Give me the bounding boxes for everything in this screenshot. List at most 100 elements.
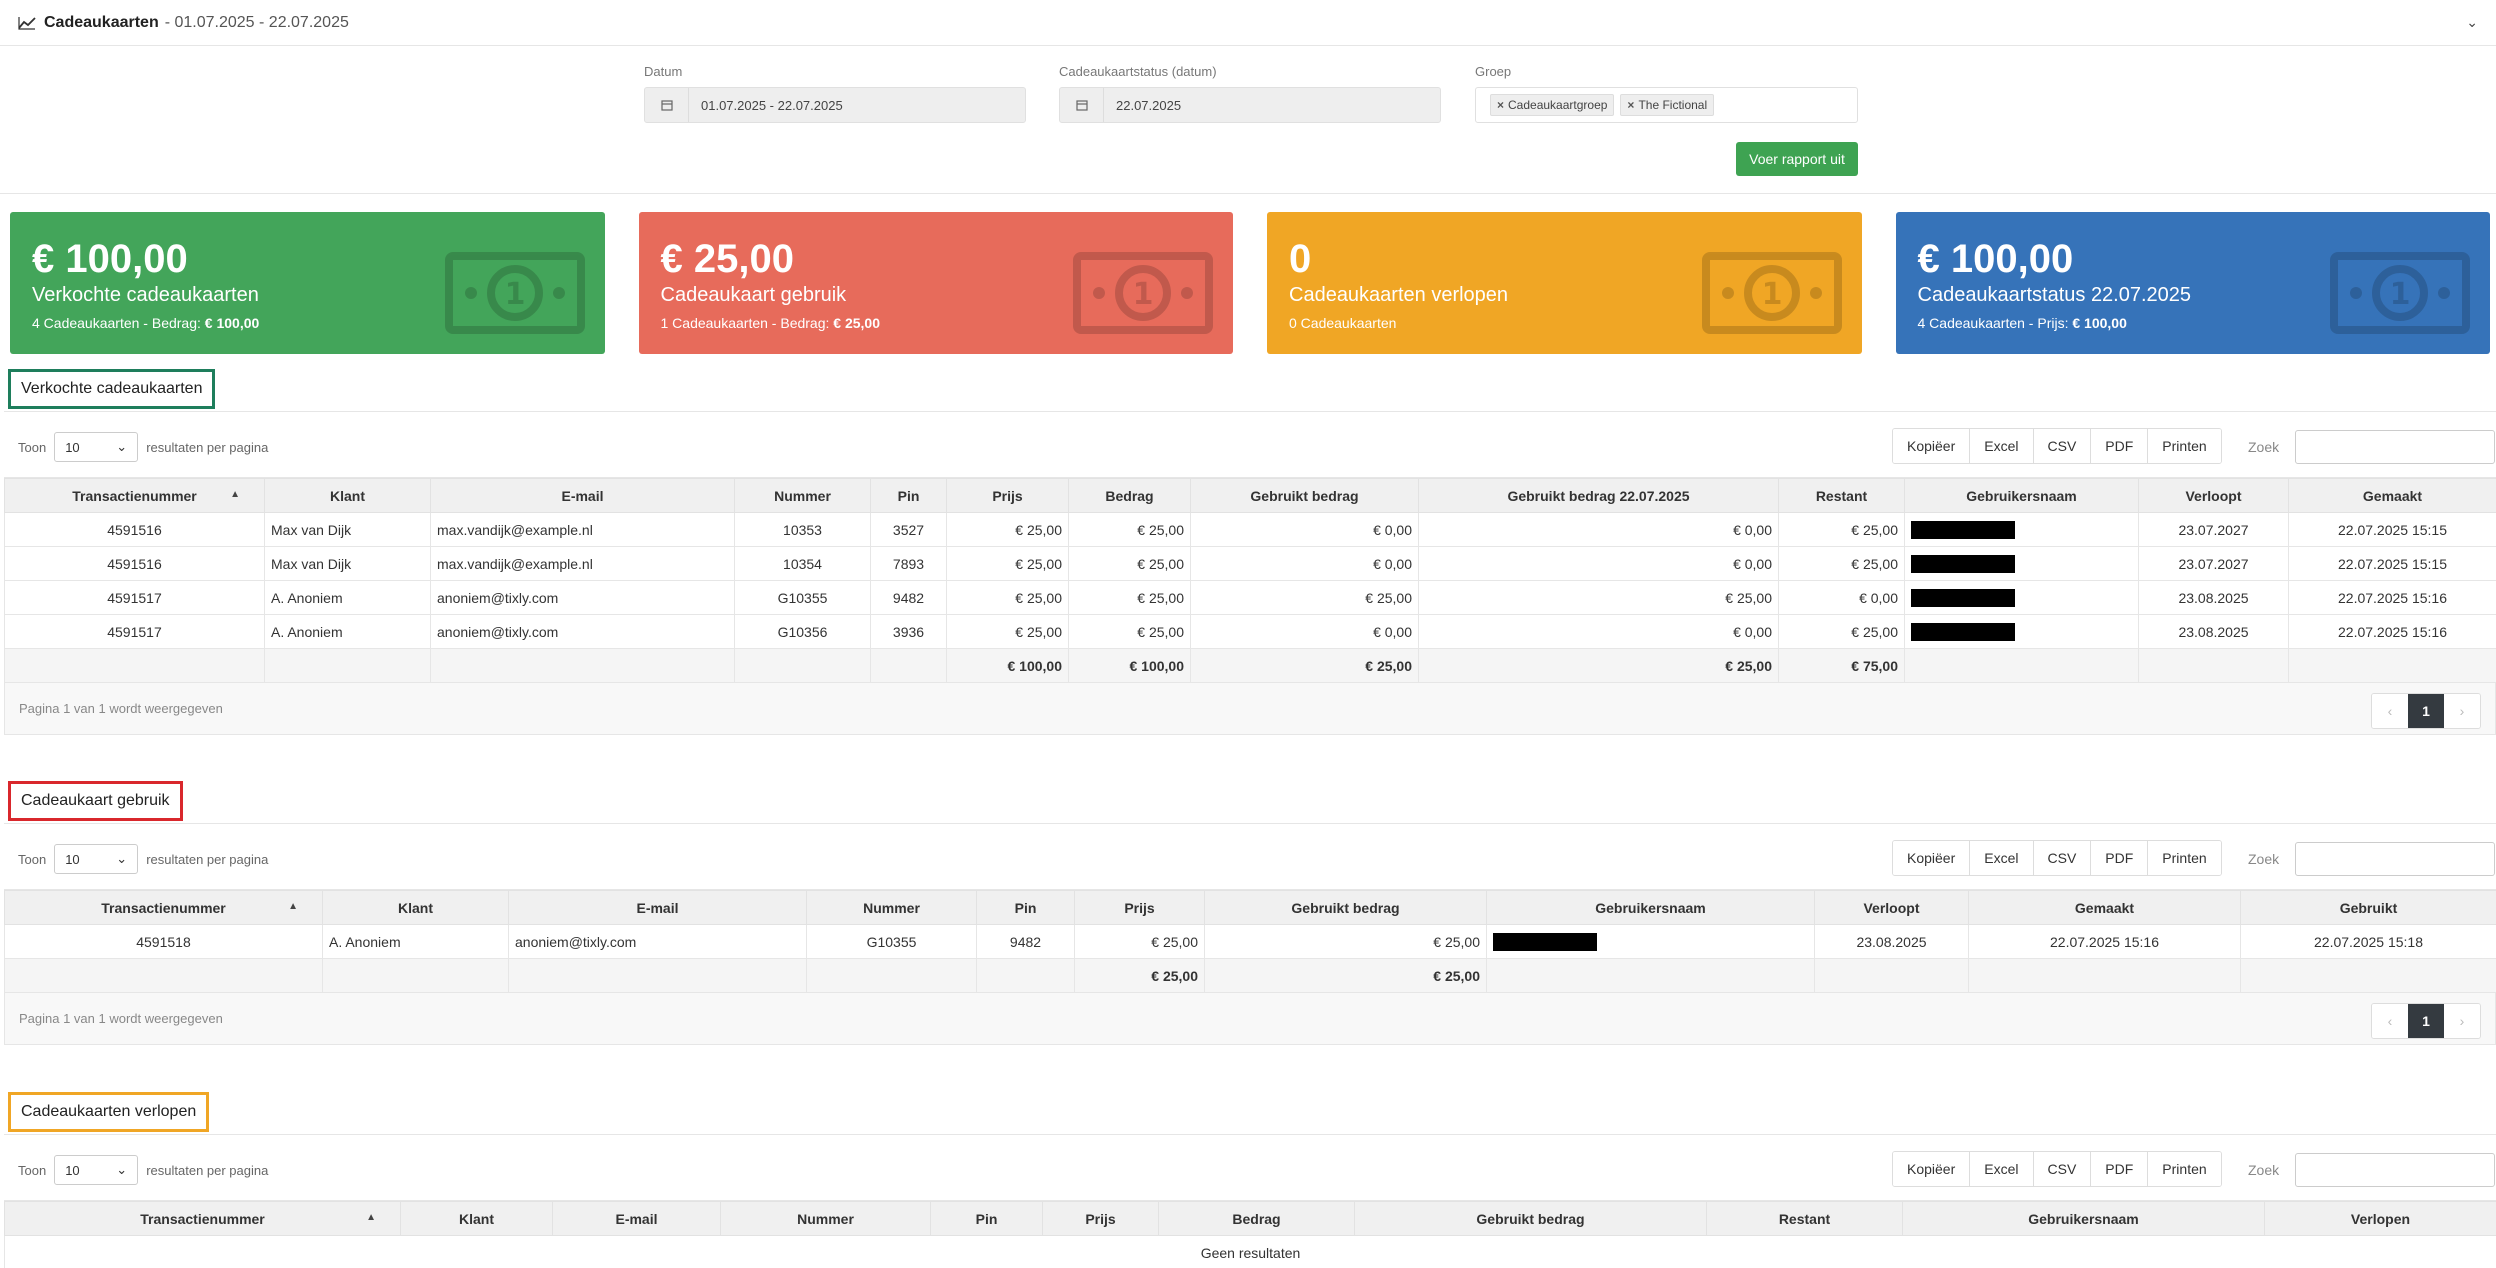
column-header[interactable]: Nummer [720, 1201, 931, 1236]
table-cell: G10356 [734, 614, 871, 649]
chart-line-icon [18, 16, 36, 30]
total-cell: € 75,00 [1778, 648, 1905, 683]
table-cell [1904, 580, 2139, 615]
column-header[interactable]: Bedrag [1068, 478, 1191, 513]
page-length-select[interactable]: 10 ⌄ [54, 432, 139, 462]
total-cell [806, 958, 977, 993]
column-header[interactable]: Verloopt [2138, 478, 2289, 513]
sort-asc-icon: ▲ [288, 901, 298, 912]
export-printen-button[interactable]: Printen [2148, 1152, 2221, 1186]
export-csv-button[interactable]: CSV [2033, 841, 2092, 875]
export-kopiëer-button[interactable]: Kopiëer [1893, 429, 1971, 463]
total-cell [976, 958, 1075, 993]
run-report-button[interactable]: Voer rapport uit [1736, 142, 1858, 176]
column-header[interactable]: Restant [1706, 1201, 1903, 1236]
column-header[interactable]: Gebruikt bedrag [1354, 1201, 1707, 1236]
column-header[interactable]: Gebruikersnaam [1486, 890, 1815, 925]
column-header[interactable]: Klant [400, 1201, 553, 1236]
column-header[interactable]: E-mail [430, 478, 735, 513]
money-bill-icon: 1 [444, 248, 585, 338]
table-cell: 22.07.2025 15:16 [1968, 924, 2241, 959]
column-header[interactable]: Nummer [806, 890, 977, 925]
export-printen-button[interactable]: Printen [2148, 429, 2221, 463]
sold-section: Verkochte cadeaukaarten Toon 10 ⌄ resultate… [4, 366, 2496, 735]
table-cell: € 0,00 [1418, 614, 1779, 649]
column-header[interactable]: E-mail [508, 890, 807, 925]
prev-page-button[interactable]: ‹ [2372, 1004, 2408, 1038]
column-header[interactable]: Klant [264, 478, 431, 513]
table-cell [1904, 546, 2139, 581]
column-header[interactable]: Pin [930, 1201, 1043, 1236]
table-header-row: Transactienummer ▲ Klant E-mail Nummer Pin Pri… [4, 478, 2496, 513]
date-input[interactable]: 01.07.2025 - 22.07.2025 [644, 87, 1026, 123]
group-tag[interactable]: × The Fictional [1620, 94, 1715, 116]
search-input[interactable] [2295, 430, 2496, 464]
per-page-suffix: resultaten per pagina [146, 851, 269, 867]
column-header[interactable]: Gebruikersnaam [1904, 478, 2139, 513]
column-header[interactable]: Bedrag [1158, 1201, 1355, 1236]
export-buttons: Kopiëer Excel CSV PDF Printen [1892, 428, 2222, 464]
group-filter: Groep × Cadeaukaartgroep × The Fictional [1475, 64, 1858, 123]
column-header[interactable]: Gebruikt bedrag [1204, 890, 1487, 925]
page-length-select[interactable]: 10 ⌄ [54, 1155, 139, 1185]
export-buttons: Kopiëer Excel CSV PDF Printen [1892, 840, 2222, 876]
table-cell: € 25,00 [946, 546, 1069, 581]
column-header[interactable]: Gebruikersnaam [1902, 1201, 2265, 1236]
total-cell [1904, 648, 2139, 683]
group-select[interactable]: × Cadeaukaartgroep × The Fictional [1475, 87, 1858, 123]
column-header[interactable]: Prijs [946, 478, 1069, 513]
export-csv-button[interactable]: CSV [2033, 429, 2092, 463]
column-header[interactable]: Prijs [1042, 1201, 1159, 1236]
group-tag[interactable]: × Cadeaukaartgroep [1490, 94, 1615, 116]
table-cell: 4591516 [4, 512, 265, 547]
column-header[interactable]: Gebruikt [2240, 890, 2496, 925]
remove-tag-icon[interactable]: × [1627, 98, 1634, 112]
export-excel-button[interactable]: Excel [1970, 429, 2034, 463]
column-header[interactable]: Nummer [734, 478, 871, 513]
status-date-input[interactable]: 22.07.2025 [1059, 87, 1441, 123]
export-pdf-button[interactable]: PDF [2091, 429, 2149, 463]
export-excel-button[interactable]: Excel [1970, 1152, 2034, 1186]
column-header[interactable]: Pin [870, 478, 947, 513]
column-header[interactable]: Gebruikt bedrag 22.07.2025 [1418, 478, 1779, 513]
remove-tag-icon[interactable]: × [1497, 98, 1504, 112]
chevron-down-icon[interactable]: ⌄ [2466, 14, 2478, 31]
export-pdf-button[interactable]: PDF [2091, 841, 2149, 875]
export-printen-button[interactable]: Printen [2148, 841, 2221, 875]
next-page-button[interactable]: › [2444, 694, 2480, 728]
prev-page-button[interactable]: ‹ [2372, 694, 2408, 728]
column-header[interactable]: Gebruikt bedrag [1190, 478, 1419, 513]
page-button[interactable]: 1 [2408, 694, 2444, 728]
table-cell: anoniem@tixly.com [508, 924, 807, 959]
table-cell: 7893 [870, 546, 947, 581]
column-header[interactable]: Gemaakt [2288, 478, 2496, 513]
column-header[interactable]: Transactienummer ▲ [4, 478, 265, 513]
export-csv-button[interactable]: CSV [2033, 1152, 2092, 1186]
show-label: Toon [18, 851, 47, 867]
export-kopiëer-button[interactable]: Kopiëer [1893, 1152, 1971, 1186]
column-header[interactable]: Restant [1778, 478, 1905, 513]
column-header[interactable]: Transactienummer ▲ [4, 890, 323, 925]
export-excel-button[interactable]: Excel [1970, 841, 2034, 875]
total-cell [4, 958, 323, 993]
export-pdf-button[interactable]: PDF [2091, 1152, 2149, 1186]
table-cell: 4591518 [4, 924, 323, 959]
export-kopiëer-button[interactable]: Kopiëer [1893, 841, 1971, 875]
next-page-button[interactable]: › [2444, 1004, 2480, 1038]
column-header[interactable]: Verloopt [1814, 890, 1969, 925]
report-header[interactable]: Cadeaukaarten - 01.07.2025 - 22.07.2025 … [0, 0, 2496, 46]
column-header[interactable]: Gemaakt [1968, 890, 2241, 925]
total-cell [1814, 958, 1969, 993]
search-input[interactable] [2295, 842, 2496, 876]
redacted-username [1911, 622, 2015, 641]
column-header[interactable]: Transactienummer ▲ [4, 1201, 401, 1236]
page-length-select[interactable]: 10 ⌄ [54, 844, 139, 874]
column-header[interactable]: Klant [322, 890, 509, 925]
column-header[interactable]: Verlopen [2264, 1201, 2496, 1236]
date-value: 01.07.2025 - 22.07.2025 [701, 97, 843, 113]
column-header[interactable]: E-mail [552, 1201, 721, 1236]
column-header[interactable]: Pin [976, 890, 1075, 925]
search-input[interactable] [2295, 1153, 2496, 1187]
column-header[interactable]: Prijs [1074, 890, 1205, 925]
page-button[interactable]: 1 [2408, 1004, 2444, 1038]
